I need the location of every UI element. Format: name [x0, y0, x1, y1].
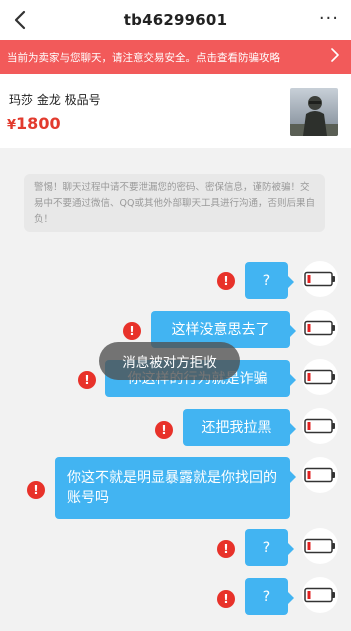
message-bubble[interactable]: ? — [245, 262, 294, 299]
battery-low-avatar-icon[interactable] — [302, 457, 338, 493]
chat-screen: tb46299601 ··· 当前为卖家与您聊天，请注意交易安全。点击查看防骗攻… — [0, 0, 351, 631]
error-icon[interactable]: ! — [217, 590, 235, 608]
anti-fraud-banner[interactable]: 当前为卖家与您聊天，请注意交易安全。点击查看防骗攻略 — [0, 40, 351, 74]
battery-low-avatar-icon[interactable] — [302, 577, 338, 613]
top-nav-bar: tb46299601 ··· — [0, 0, 351, 40]
more-horizontal-icon[interactable]: ··· — [319, 10, 339, 28]
error-icon[interactable]: ! — [123, 322, 141, 340]
error-icon[interactable]: ! — [27, 481, 45, 499]
message-bubble[interactable]: ? — [245, 578, 294, 615]
page-title: tb46299601 — [123, 11, 228, 29]
error-icon[interactable]: ! — [217, 540, 235, 558]
battery-low-avatar-icon[interactable] — [302, 408, 338, 444]
product-price: ¥1800 — [7, 114, 61, 133]
battery-low-avatar-icon[interactable] — [302, 359, 338, 395]
error-icon[interactable]: ! — [155, 421, 173, 439]
toast-message: 消息被对方拒收 — [99, 342, 240, 380]
price-value: 1800 — [16, 114, 61, 133]
message-bubble[interactable]: ? — [245, 529, 294, 566]
error-icon[interactable]: ! — [78, 371, 96, 389]
product-name: 玛莎 金龙 极品号 — [9, 93, 101, 107]
currency-symbol: ¥ — [7, 118, 17, 133]
product-thumbnail-image[interactable] — [290, 88, 338, 136]
system-warning-notice: 警惕！聊天过程中请不要泄漏您的密码、密保信息，谨防被骗！交易中不要通过微信、QQ… — [24, 174, 325, 232]
error-icon[interactable]: ! — [217, 272, 235, 290]
chevron-left-icon[interactable] — [8, 7, 32, 33]
battery-low-avatar-icon[interactable] — [302, 261, 338, 297]
chevron-right-icon — [331, 48, 339, 65]
message-bubble[interactable]: 你这不就是明显暴露就是你找回的账号吗 — [55, 457, 296, 519]
banner-text: 当前为卖家与您聊天，请注意交易安全。点击查看防骗攻略 — [7, 51, 280, 64]
battery-low-avatar-icon[interactable] — [302, 528, 338, 564]
product-card[interactable]: 玛莎 金龙 极品号 ¥1800 — [0, 74, 351, 148]
message-bubble[interactable]: 还把我拉黑 — [183, 409, 296, 446]
battery-low-avatar-icon[interactable] — [302, 310, 338, 346]
